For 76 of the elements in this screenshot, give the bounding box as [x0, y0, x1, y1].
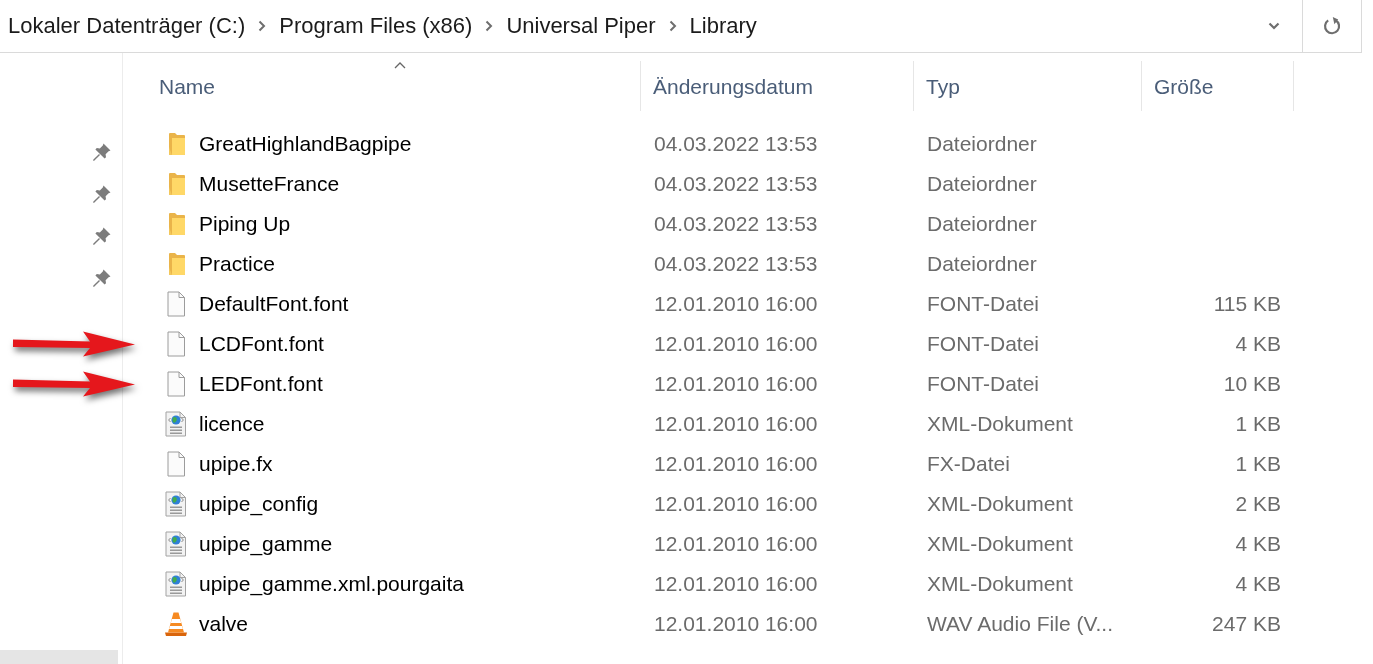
file-type: FONT-Datei — [927, 372, 1039, 396]
refresh-icon — [1322, 16, 1342, 36]
breadcrumb[interactable]: Library — [689, 13, 757, 39]
file-type: Dateiordner — [927, 132, 1037, 156]
file-type: XML-Dokument — [927, 532, 1073, 556]
chevron-right-icon — [485, 20, 494, 32]
file-type: WAV Audio File (V... — [927, 612, 1113, 636]
modified-date: 12.01.2010 16:00 — [654, 532, 818, 556]
file-type: XML-Dokument — [927, 492, 1073, 516]
folder-icon — [167, 252, 185, 276]
file-name[interactable]: MusetteFrance — [199, 172, 340, 196]
file-size: 10 KB — [1223, 372, 1281, 396]
modified-date: 12.01.2010 16:00 — [654, 372, 818, 396]
file-size: 1 KB — [1235, 452, 1281, 476]
web-document-icon — [164, 571, 188, 597]
breadcrumb[interactable]: Program Files (x86) — [279, 13, 473, 39]
file-type: Dateiordner — [927, 252, 1037, 276]
column-header[interactable]: Änderungsdatum — [641, 61, 914, 111]
file-name[interactable]: licence — [199, 412, 265, 436]
blank-file-icon — [166, 331, 186, 357]
file-size: 4 KB — [1235, 532, 1281, 556]
chevron-right-icon — [668, 20, 677, 32]
column-header[interactable]: Typ — [914, 61, 1142, 111]
column-header[interactable]: Name — [147, 61, 641, 111]
chevron-right-icon — [258, 20, 267, 32]
folder-icon — [167, 172, 185, 196]
modified-date: 12.01.2010 16:00 — [654, 492, 818, 516]
modified-date: 04.03.2022 13:53 — [654, 132, 818, 156]
file-name[interactable]: upipe_gamme.xml.pourgaita — [199, 572, 464, 596]
modified-date: 04.03.2022 13:53 — [654, 252, 818, 276]
modified-date: 12.01.2010 16:00 — [654, 452, 818, 476]
file-size: 4 KB — [1235, 332, 1281, 356]
file-name[interactable]: Practice — [199, 252, 275, 276]
file-size: 2 KB — [1235, 492, 1281, 516]
file-name[interactable]: DefaultFont.font — [199, 292, 349, 316]
file-type: FONT-Datei — [927, 332, 1039, 356]
file-name[interactable]: upipe_config — [199, 492, 319, 516]
modified-date: 12.01.2010 16:00 — [654, 332, 818, 356]
file-name[interactable]: GreatHighlandBagpipe — [199, 132, 412, 156]
file-name[interactable]: LEDFont.font — [199, 372, 323, 396]
folder-icon — [167, 212, 185, 236]
nav-item[interactable] — [0, 650, 118, 664]
web-document-icon — [164, 491, 188, 517]
modified-date: 04.03.2022 13:53 — [654, 172, 818, 196]
file-size: 115 KB — [1213, 292, 1281, 316]
file-type: FX-Datei — [927, 452, 1010, 476]
folder-icon — [167, 132, 185, 156]
modified-date: 04.03.2022 13:53 — [654, 212, 818, 236]
file-size: 1 KB — [1235, 412, 1281, 436]
file-name[interactable]: Piping Up — [199, 212, 291, 236]
file-size: 4 KB — [1235, 572, 1281, 596]
file-name[interactable]: LCDFont.font — [199, 332, 324, 356]
blank-file-icon — [166, 291, 186, 317]
modified-date: 12.01.2010 16:00 — [654, 572, 818, 596]
file-type: XML-Dokument — [927, 412, 1073, 436]
web-document-icon — [164, 411, 188, 437]
blank-file-icon — [166, 451, 186, 477]
file-name[interactable]: upipe_gamme — [199, 532, 333, 556]
file-size: 247 KB — [1212, 612, 1281, 636]
blank-file-icon — [166, 371, 186, 397]
web-document-icon — [164, 531, 188, 557]
file-type: FONT-Datei — [927, 292, 1039, 316]
file-type: XML-Dokument — [927, 572, 1073, 596]
file-type: Dateiordner — [927, 212, 1037, 236]
file-name[interactable]: upipe.fx — [199, 452, 273, 476]
modified-date: 12.01.2010 16:00 — [654, 292, 818, 316]
breadcrumb[interactable]: Universal Piper — [506, 13, 656, 39]
address-bar[interactable]: Lokaler Datenträger (C:) Program Files (x86) Universal Piper Library — [0, 0, 1362, 53]
chevron-down-icon — [1268, 22, 1280, 30]
traffic-cone-icon — [164, 611, 188, 637]
file-type: Dateiordner — [927, 172, 1037, 196]
modified-date: 12.01.2010 16:00 — [654, 612, 818, 636]
breadcrumb[interactable]: Lokaler Datenträger (C:) — [8, 13, 246, 39]
modified-date: 12.01.2010 16:00 — [654, 412, 818, 436]
file-name[interactable]: valve — [199, 612, 249, 636]
column-header[interactable]: Größe — [1142, 61, 1294, 111]
